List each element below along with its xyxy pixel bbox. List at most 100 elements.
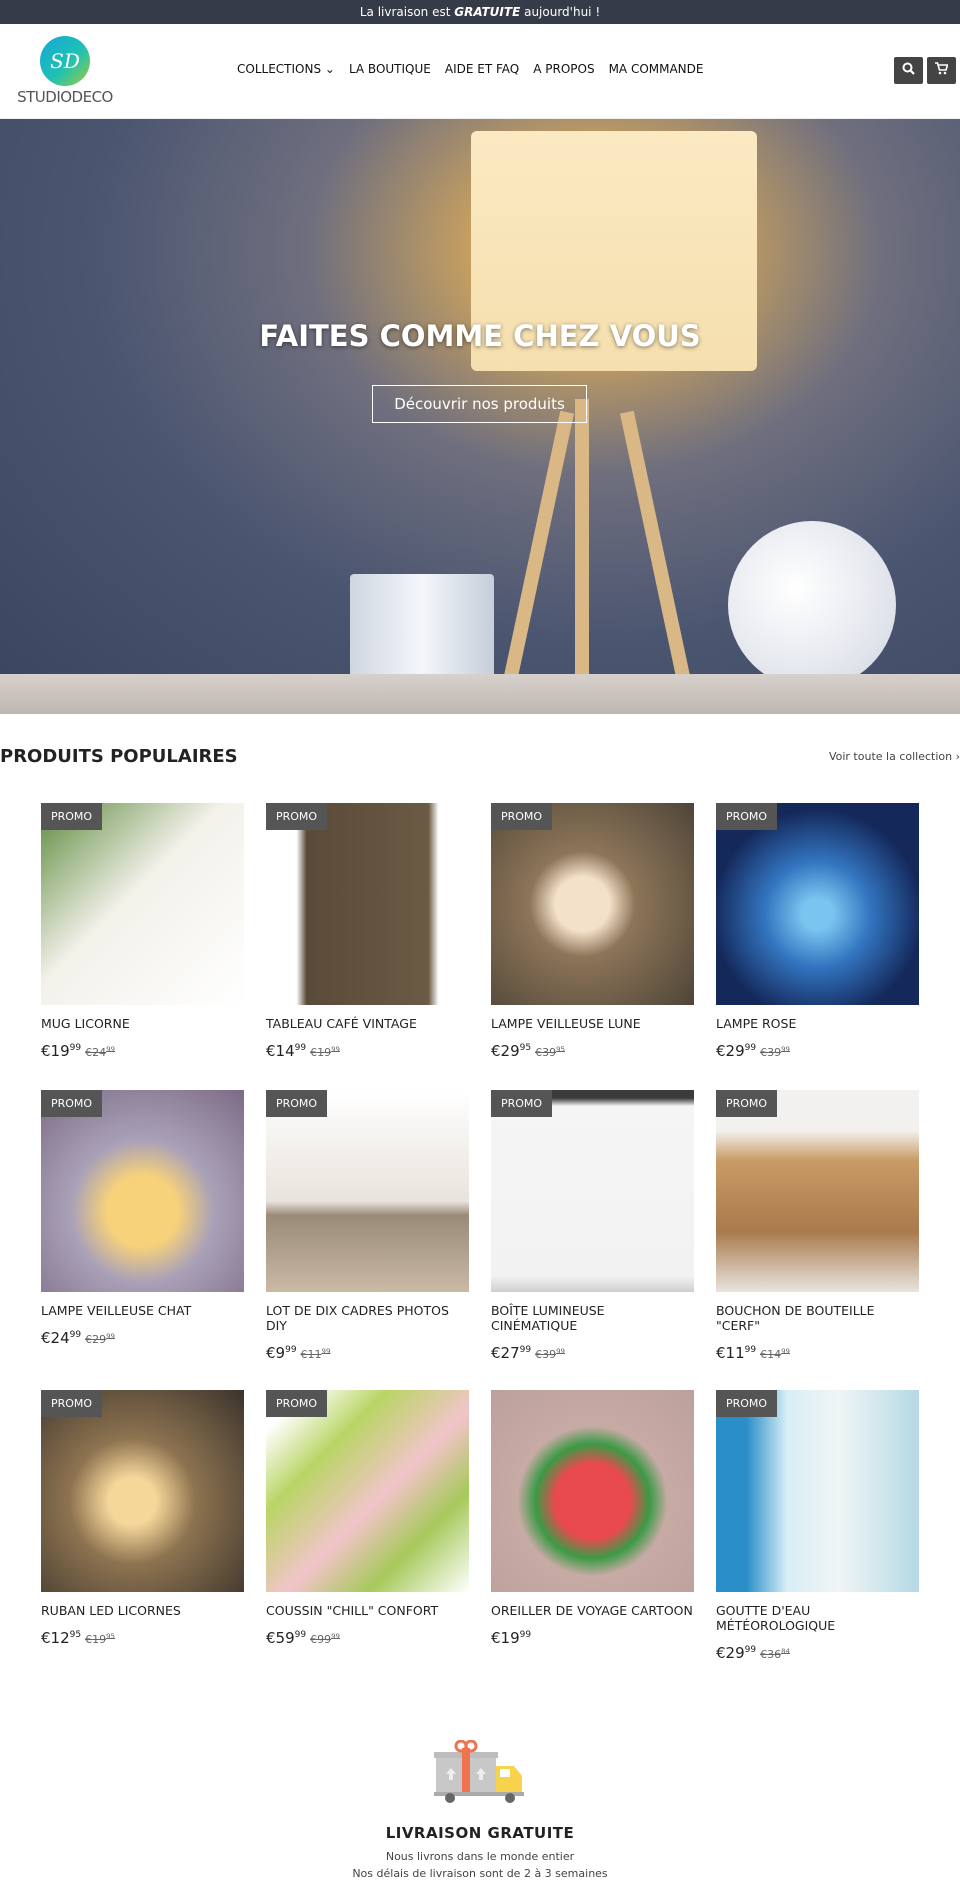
lamp-leg xyxy=(500,410,574,698)
price-original: €3999 xyxy=(535,1347,566,1361)
product-title[interactable]: LAMPE VEILLEUSE LUNE xyxy=(491,1016,694,1031)
price-current: €24 xyxy=(41,1329,70,1347)
price-current: €9 xyxy=(266,1344,286,1362)
product-title[interactable]: OREILLER DE VOYAGE CARTOON xyxy=(491,1603,694,1618)
price-original-value: €19 xyxy=(85,1633,107,1646)
product-image[interactable] xyxy=(491,1390,694,1592)
nav-a-propos[interactable]: A PROPOS xyxy=(533,62,594,76)
product-image[interactable]: PROMO xyxy=(716,1090,919,1292)
price-original-cents: 99 xyxy=(556,1347,566,1356)
price-cents: 99 xyxy=(69,1043,82,1053)
free-shipping-feature: LIVRAISON GRATUITE Nous livrons dans le … xyxy=(0,1739,960,1882)
product-title[interactable]: MUG LICORNE xyxy=(41,1016,244,1031)
announcement-bar: La livraison est GRATUITE aujourd'hui ! xyxy=(0,0,960,24)
product-title[interactable]: LAMPE ROSE xyxy=(716,1016,919,1031)
product-card[interactable]: PROMO BOUCHON DE BOUTEILLE "CERF" €1199 €… xyxy=(716,1090,919,1362)
price-original-cents: 95 xyxy=(106,1632,116,1641)
product-image[interactable]: PROMO xyxy=(266,1390,469,1592)
price-original: €2499 xyxy=(85,1045,116,1059)
product-image[interactable]: PROMO xyxy=(266,1090,469,1292)
product-image[interactable]: PROMO xyxy=(41,1090,244,1292)
nav-aide-faq[interactable]: AIDE ET FAQ xyxy=(445,62,519,76)
logo[interactable]: SD STUDIODECO xyxy=(14,36,116,106)
product-image[interactable]: PROMO xyxy=(491,803,694,1005)
product-image[interactable]: PROMO xyxy=(716,1390,919,1592)
view-collection-link[interactable]: Voir toute la collection › xyxy=(829,750,960,763)
price-original-cents: 99 xyxy=(321,1347,331,1356)
price-original-value: €99 xyxy=(310,1633,332,1646)
search-icon xyxy=(902,62,915,79)
header: SD STUDIODECO COLLECTIONS ⌄ LA BOUTIQUE … xyxy=(0,24,960,119)
price-original-cents: 99 xyxy=(331,1045,341,1054)
nav-ma-commande[interactable]: MA COMMANDE xyxy=(609,62,704,76)
promo-badge: PROMO xyxy=(41,1090,103,1117)
product-card[interactable]: PROMO BOÎTE LUMINEUSE CINÉMATIQUE €27 99 €… xyxy=(491,1090,694,1362)
product-image[interactable]: PROMO xyxy=(41,803,244,1005)
price-original-value: €29 xyxy=(85,1333,107,1346)
announcement-suffix: aujourd'hui ! xyxy=(520,5,601,19)
product-title[interactable]: RUBAN LED LICORNES xyxy=(41,1603,244,1618)
product-card[interactable]: PROMO LOT DE DIX CADRES PHOTOS DIY €9 99 €… xyxy=(266,1090,469,1362)
product-price: €5999 €9999 xyxy=(266,1629,469,1647)
announcement-text: La livraison est xyxy=(359,5,455,19)
price-original: €1199 xyxy=(300,1347,331,1361)
product-title[interactable]: GOUTTE D'EAU MÉTÉOROLOGIQUE xyxy=(716,1603,919,1633)
product-card[interactable]: PROMO LAMPE VEILLEUSE LUNE €2995 €3995 xyxy=(491,803,694,1060)
price-original-cents: 99 xyxy=(106,1045,116,1054)
price-original: €1995 xyxy=(85,1632,116,1646)
price-original-value: €39 xyxy=(535,1046,557,1059)
product-card[interactable]: PROMO LAMPE VEILLEUSE CHAT €2499 €2999 xyxy=(41,1090,244,1347)
nav-la-boutique[interactable]: LA BOUTIQUE xyxy=(349,62,431,76)
product-card[interactable]: OREILLER DE VOYAGE CARTOON €1999 xyxy=(491,1390,694,1647)
product-price: €9 99 €1199 xyxy=(266,1344,469,1362)
product-image[interactable]: PROMO xyxy=(491,1090,694,1292)
price-original-cents: 99 xyxy=(106,1332,116,1341)
product-title[interactable]: BOUCHON DE BOUTEILLE "CERF" xyxy=(716,1303,919,1333)
price-original: €9999 xyxy=(310,1632,340,1646)
product-title[interactable]: BOÎTE LUMINEUSE CINÉMATIQUE xyxy=(491,1303,694,1333)
price-original-value: €14 xyxy=(760,1348,782,1361)
search-button[interactable] xyxy=(894,57,923,84)
product-card[interactable]: PROMO LAMPE ROSE €2999 €3999 xyxy=(716,803,919,1060)
popular-products-header: PRODUITS POPULAIRES Voir toute la collec… xyxy=(0,746,960,767)
product-card[interactable]: PROMO TABLEAU CAFÉ VINTAGE €1499 €1999 xyxy=(266,803,469,1060)
product-card[interactable]: PROMO MUG LICORNE €1999 €2499 xyxy=(41,803,244,1060)
product-title[interactable]: LAMPE VEILLEUSE CHAT xyxy=(41,1303,244,1318)
price-current: €29 xyxy=(716,1644,745,1662)
section-title: PRODUITS POPULAIRES xyxy=(0,746,238,767)
product-price: €12 95 €1995 xyxy=(41,1629,244,1647)
price-current: €27 xyxy=(491,1344,520,1362)
product-price: €1999 €2499 xyxy=(41,1042,244,1060)
product-title[interactable]: COUSSIN "CHILL" CONFORT xyxy=(266,1603,469,1618)
price-cents: 99 xyxy=(744,1043,757,1053)
product-title[interactable]: LOT DE DIX CADRES PHOTOS DIY xyxy=(266,1303,469,1333)
price-current: €14 xyxy=(266,1042,295,1060)
promo-badge: PROMO xyxy=(41,803,103,830)
price-current: €59 xyxy=(266,1629,295,1647)
price-current: €29 xyxy=(491,1042,520,1060)
cart-button[interactable] xyxy=(927,57,956,84)
product-image[interactable]: PROMO xyxy=(716,803,919,1005)
promo-badge: PROMO xyxy=(266,803,328,830)
product-price: €1199 €1499 xyxy=(716,1344,919,1362)
product-image[interactable]: PROMO xyxy=(266,803,469,1005)
price-original-value: €11 xyxy=(300,1348,322,1361)
promo-badge: PROMO xyxy=(716,803,778,830)
price-current: €12 xyxy=(41,1629,70,1647)
promo-badge: PROMO xyxy=(266,1390,328,1417)
price-cents: 99 xyxy=(744,1645,757,1655)
nav-collections[interactable]: COLLECTIONS ⌄ xyxy=(237,62,335,76)
product-card[interactable]: PROMO COUSSIN "CHILL" CONFORT €5999 €9999 xyxy=(266,1390,469,1647)
gift-truck-icon xyxy=(434,1739,524,1803)
price-original-cents: 99 xyxy=(781,1045,791,1054)
product-image[interactable]: PROMO xyxy=(41,1390,244,1592)
price-original-value: €24 xyxy=(85,1046,107,1059)
product-card[interactable]: PROMO GOUTTE D'EAU MÉTÉOROLOGIQUE €2999 €… xyxy=(716,1390,919,1662)
lamp-leg xyxy=(620,410,694,698)
product-title[interactable]: TABLEAU CAFÉ VINTAGE xyxy=(266,1016,469,1031)
discover-products-button[interactable]: Découvrir nos produits xyxy=(372,385,587,423)
product-card[interactable]: PROMO RUBAN LED LICORNES €12 95 €1995 xyxy=(41,1390,244,1647)
price-original-cents: 99 xyxy=(781,1347,791,1356)
promo-badge: PROMO xyxy=(716,1090,778,1117)
moon-lamp-graphic xyxy=(728,521,896,689)
